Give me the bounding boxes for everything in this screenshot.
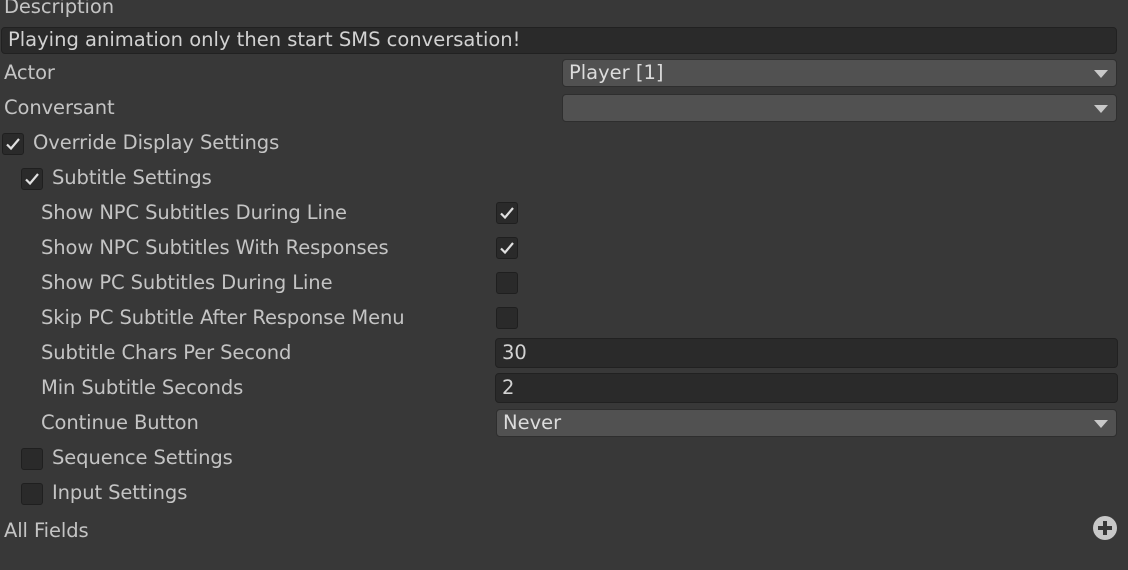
checkmark-icon xyxy=(500,242,514,255)
subtitle-settings-label[interactable]: Subtitle Settings xyxy=(52,166,212,190)
chevron-down-icon xyxy=(1094,105,1108,113)
show-npc-during-line-checkbox[interactable] xyxy=(496,202,518,224)
description-label: Description xyxy=(4,0,114,18)
actor-label: Actor xyxy=(4,61,55,84)
conversant-label: Conversant xyxy=(4,96,115,119)
min-seconds-label: Min Subtitle Seconds xyxy=(41,376,244,399)
show-npc-with-responses-checkbox[interactable] xyxy=(496,237,518,259)
checkmark-icon xyxy=(500,207,514,220)
description-field[interactable]: Playing animation only then start SMS co… xyxy=(1,27,1117,54)
actor-dropdown-value: Player [1] xyxy=(569,61,664,84)
show-npc-with-responses-label: Show NPC Subtitles With Responses xyxy=(41,236,389,259)
continue-button-dropdown[interactable]: Never xyxy=(496,409,1117,437)
plus-circle-icon[interactable] xyxy=(1093,516,1117,540)
sequence-settings-checkbox[interactable] xyxy=(21,448,43,470)
chevron-down-icon xyxy=(1094,420,1108,428)
conversant-dropdown[interactable] xyxy=(562,94,1117,122)
sequence-settings-label[interactable]: Sequence Settings xyxy=(52,446,233,470)
show-pc-during-line-label: Show PC Subtitles During Line xyxy=(41,271,333,294)
continue-button-dropdown-value: Never xyxy=(503,411,562,434)
show-npc-during-line-label: Show NPC Subtitles During Line xyxy=(41,201,347,224)
subtitle-settings-checkbox[interactable] xyxy=(21,168,43,190)
all-fields-label[interactable]: All Fields xyxy=(4,519,89,543)
skip-pc-after-response-checkbox[interactable] xyxy=(496,307,518,329)
chars-per-second-field[interactable]: 30 xyxy=(495,338,1118,368)
checkmark-icon xyxy=(6,138,20,151)
show-pc-during-line-checkbox[interactable] xyxy=(496,272,518,294)
input-settings-label[interactable]: Input Settings xyxy=(52,481,187,505)
checkmark-icon xyxy=(25,173,39,186)
input-settings-checkbox[interactable] xyxy=(21,483,43,505)
chevron-down-icon xyxy=(1094,70,1108,78)
chars-per-second-label: Subtitle Chars Per Second xyxy=(41,341,292,364)
override-display-settings-checkbox[interactable] xyxy=(2,133,24,155)
skip-pc-after-response-label: Skip PC Subtitle After Response Menu xyxy=(41,306,405,329)
override-display-settings-label[interactable]: Override Display Settings xyxy=(33,131,279,155)
min-seconds-field[interactable]: 2 xyxy=(495,373,1118,403)
continue-button-label: Continue Button xyxy=(41,411,199,434)
actor-dropdown[interactable]: Player [1] xyxy=(562,59,1117,87)
inspector-panel: Description Playing animation only then … xyxy=(0,0,1128,570)
